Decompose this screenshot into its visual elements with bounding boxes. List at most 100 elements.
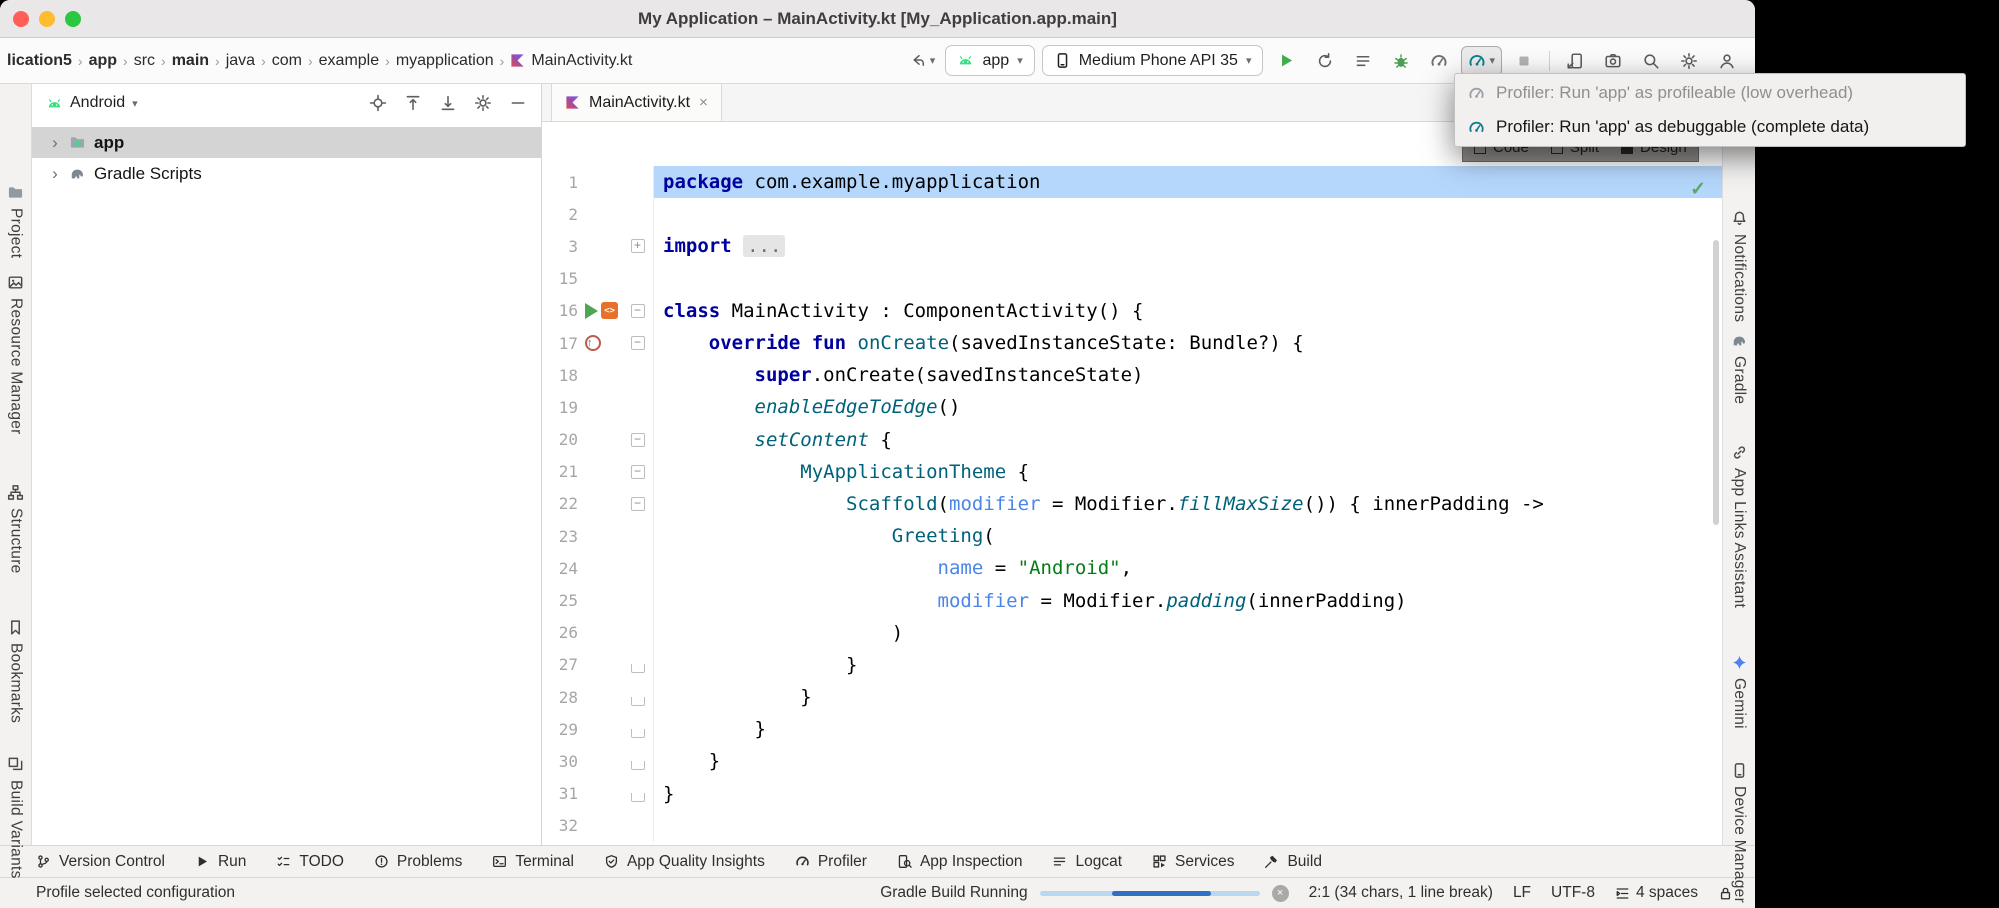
line-number[interactable]: 23	[542, 527, 578, 546]
profile-button[interactable]	[1423, 46, 1455, 76]
gutter[interactable]: 15	[542, 263, 654, 295]
gutter[interactable]: 17↑−	[542, 327, 654, 359]
code-text[interactable]: )	[654, 617, 1722, 649]
gutter[interactable]: 18	[542, 359, 654, 391]
code-line-15[interactable]: 15	[542, 263, 1722, 295]
gutter[interactable]: 2	[542, 198, 654, 230]
tool-button-profiler[interactable]: Profiler	[795, 853, 867, 871]
tool-stripe-device-manager[interactable]: Device Manager	[1723, 762, 1755, 903]
tool-stripe-app-links-assistant[interactable]: App Links Assistant	[1723, 444, 1755, 608]
gutter[interactable]: 21−	[542, 456, 654, 488]
editor-scrollbar[interactable]	[1713, 240, 1719, 525]
line-number[interactable]: 20	[542, 430, 578, 449]
tool-stripe-project[interactable]: Project	[0, 184, 31, 258]
fold-end-icon[interactable]	[631, 793, 645, 802]
code-text[interactable]: modifier = Modifier.padding(innerPadding…	[654, 584, 1722, 616]
line-number[interactable]: 24	[542, 559, 578, 578]
search-button[interactable]	[1635, 46, 1667, 76]
fold-end-icon[interactable]	[631, 664, 645, 673]
restart-button[interactable]	[1309, 46, 1341, 76]
code-text[interactable]: super.onCreate(savedInstanceState)	[654, 359, 1722, 391]
code-line-22[interactable]: 22− Scaffold(modifier = Modifier.fillMax…	[542, 488, 1722, 520]
fold-collapse-icon[interactable]: −	[631, 336, 645, 350]
run-class-icon[interactable]	[585, 303, 598, 319]
fold-end-icon[interactable]	[631, 729, 645, 738]
gutter[interactable]: 1	[542, 166, 654, 198]
code-line-20[interactable]: 20− setContent {	[542, 424, 1722, 456]
fold-collapse-icon[interactable]: −	[631, 497, 645, 511]
breadcrumb-item-lication5[interactable]: lication5	[2, 49, 77, 73]
fold-collapse-icon[interactable]: −	[631, 465, 645, 479]
breadcrumb-item-src[interactable]: src	[129, 49, 160, 73]
code-text[interactable]: name = "Android",	[654, 552, 1722, 584]
tool-stripe-build-variants[interactable]: Build Variants	[0, 756, 31, 879]
code-text[interactable]: Greeting(	[654, 520, 1722, 552]
tool-stripe-notifications[interactable]: Notifications	[1723, 210, 1755, 322]
code-text[interactable]: }	[654, 681, 1722, 713]
line-number[interactable]: 31	[542, 784, 578, 803]
line-number[interactable]: 3	[542, 237, 578, 256]
gutter[interactable]: 27	[542, 649, 654, 681]
line-number[interactable]: 15	[542, 269, 578, 288]
code-text[interactable]: class MainActivity : ComponentActivity()…	[654, 295, 1722, 327]
breadcrumb-item-mainactivity-kt[interactable]: MainActivity.kt	[505, 49, 637, 73]
profiler-button[interactable]: ▾	[1461, 46, 1502, 76]
fold-collapse-icon[interactable]: −	[631, 433, 645, 447]
zoom-window-button[interactable]	[65, 11, 81, 27]
gutter[interactable]: 25	[542, 584, 654, 616]
profiler-popup-item[interactable]: Profiler: Run 'app' as debuggable (compl…	[1455, 110, 1965, 144]
tool-button-build[interactable]: Build	[1264, 853, 1321, 871]
code-line-27[interactable]: 27 }	[542, 649, 1722, 681]
line-number[interactable]: 32	[542, 816, 578, 835]
compose-icon[interactable]: <>	[601, 302, 618, 319]
chevron-right-icon[interactable]: ›	[49, 133, 61, 153]
code-text[interactable]	[654, 263, 1722, 295]
tool-button-logcat[interactable]: Logcat	[1052, 853, 1122, 871]
project-view-select[interactable]: Android	[70, 94, 125, 112]
gutter[interactable]: 28	[542, 681, 654, 713]
code-text[interactable]	[654, 810, 1722, 842]
gutter[interactable]: 23	[542, 520, 654, 552]
profiler-popup-item[interactable]: Profiler: Run 'app' as profileable (low …	[1455, 76, 1965, 110]
tool-button-problems[interactable]: Problems	[374, 853, 462, 871]
line-number[interactable]: 29	[542, 720, 578, 739]
caret-position[interactable]: 2:1 (34 chars, 1 line break)	[1309, 884, 1493, 902]
gutter[interactable]: 31	[542, 778, 654, 810]
gutter[interactable]: 30	[542, 745, 654, 777]
breadcrumb-item-java[interactable]: java	[221, 49, 260, 73]
cancel-build-icon[interactable]: ×	[1272, 885, 1289, 902]
screenshot-button[interactable]	[1597, 46, 1629, 76]
code-line-23[interactable]: 23 Greeting(	[542, 520, 1722, 552]
close-window-button[interactable]	[13, 11, 29, 27]
fold-end-icon[interactable]	[631, 697, 645, 706]
line-number[interactable]: 22	[542, 494, 578, 513]
gutter[interactable]: 19	[542, 391, 654, 423]
code-line-24[interactable]: 24 name = "Android",	[542, 552, 1722, 584]
code-line-1[interactable]: 1package com.example.myapplication	[542, 166, 1722, 198]
code-text[interactable]: override fun onCreate(savedInstanceState…	[654, 327, 1722, 359]
code-line-28[interactable]: 28 }	[542, 681, 1722, 713]
vcs-update-button[interactable]: ▾	[906, 46, 938, 76]
line-number[interactable]: 27	[542, 655, 578, 674]
minimize-window-button[interactable]	[39, 11, 55, 27]
code-line-2[interactable]: 2	[542, 198, 1722, 230]
code-text[interactable]	[654, 198, 1722, 230]
fold-expand-icon[interactable]: +	[631, 239, 645, 253]
run-list-button[interactable]	[1347, 46, 1379, 76]
line-ending[interactable]: LF	[1513, 884, 1531, 902]
account-button[interactable]	[1711, 46, 1743, 76]
line-number[interactable]: 2	[542, 205, 578, 224]
locate-button[interactable]	[369, 94, 387, 112]
breadcrumb-item-app[interactable]: app	[84, 49, 122, 73]
editor-tab[interactable]: MainActivity.kt ×	[551, 84, 722, 121]
editor-body[interactable]: 1package com.example.myapplication23+imp…	[542, 122, 1722, 845]
code-text[interactable]: enableEdgeToEdge()	[654, 391, 1722, 423]
gutter[interactable]: 3+	[542, 230, 654, 262]
tool-button-terminal[interactable]: Terminal	[492, 853, 574, 871]
tool-button-app-quality-insights[interactable]: App Quality Insights	[604, 853, 765, 871]
breadcrumb-item-myapplication[interactable]: myapplication	[391, 49, 499, 73]
run-configuration-select[interactable]: app ▾	[945, 45, 1034, 76]
expand-all-button[interactable]	[404, 94, 422, 112]
tool-stripe-bookmarks[interactable]: Bookmarks	[0, 619, 31, 723]
chevron-right-icon[interactable]: ›	[49, 164, 61, 184]
